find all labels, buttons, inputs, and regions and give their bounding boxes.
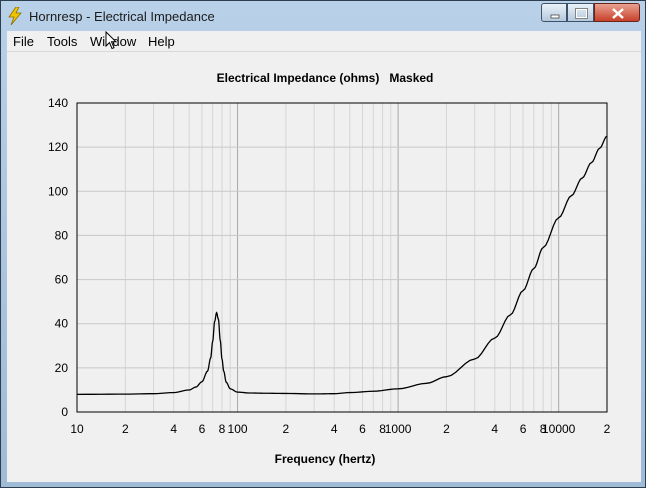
chart-area: Electrical Impedance (ohms) Masked Frequ… xyxy=(7,52,641,482)
x-tick-label: 10000 xyxy=(542,422,576,436)
x-tick-label: 2 xyxy=(122,422,129,436)
x-tick-label: 1000 xyxy=(385,422,412,436)
x-axis-label: Frequency (hertz) xyxy=(275,452,376,466)
x-tick-label: 100 xyxy=(228,422,248,436)
x-tick-label: 6 xyxy=(520,422,527,436)
x-tick-label: 2 xyxy=(283,422,290,436)
y-tick-label: 80 xyxy=(55,228,69,242)
y-tick-label: 140 xyxy=(48,96,68,110)
y-tick-label: 20 xyxy=(55,361,69,375)
x-tick-label: 2 xyxy=(443,422,450,436)
maximize-button[interactable] xyxy=(567,3,594,22)
menu-help[interactable]: Help xyxy=(148,34,175,49)
x-tick-label: 6 xyxy=(359,422,366,436)
menu-tools[interactable]: Tools xyxy=(47,34,77,49)
close-icon xyxy=(612,8,624,19)
y-tick-label: 0 xyxy=(61,405,68,419)
x-tick-label: 4 xyxy=(331,422,338,436)
mouse-cursor-icon xyxy=(105,31,118,50)
maximize-icon xyxy=(575,8,588,19)
x-tick-label: 2 xyxy=(604,422,611,436)
x-tick-label: 8 xyxy=(219,422,226,436)
x-tick-label: 10 xyxy=(70,422,84,436)
plot-frame xyxy=(76,102,608,413)
x-tick-label: 6 xyxy=(199,422,206,436)
window-title: Hornresp - Electrical Impedance xyxy=(29,9,215,24)
x-tick-label: 4 xyxy=(170,422,177,436)
x-tick-label: 4 xyxy=(491,422,498,436)
chart-title: Electrical Impedance (ohms) Masked xyxy=(217,71,434,85)
impedance-chart: Electrical Impedance (ohms) Masked Frequ… xyxy=(48,71,611,466)
close-button[interactable] xyxy=(594,3,640,22)
title-bar[interactable]: Hornresp - Electrical Impedance xyxy=(1,1,645,31)
menu-bar: File Tools Window Help xyxy=(7,31,641,52)
impedance-curve xyxy=(76,135,608,395)
y-tick-label: 100 xyxy=(48,184,68,198)
lightning-icon xyxy=(8,7,22,25)
minimize-icon xyxy=(550,14,560,19)
app-window: Hornresp - Electrical Impedance File Too… xyxy=(0,0,646,488)
y-tick-label: 120 xyxy=(48,140,68,154)
minimize-button[interactable] xyxy=(541,3,567,22)
y-tick-label: 60 xyxy=(55,273,69,287)
menu-file[interactable]: File xyxy=(13,34,34,49)
y-tick-label: 40 xyxy=(55,317,69,331)
